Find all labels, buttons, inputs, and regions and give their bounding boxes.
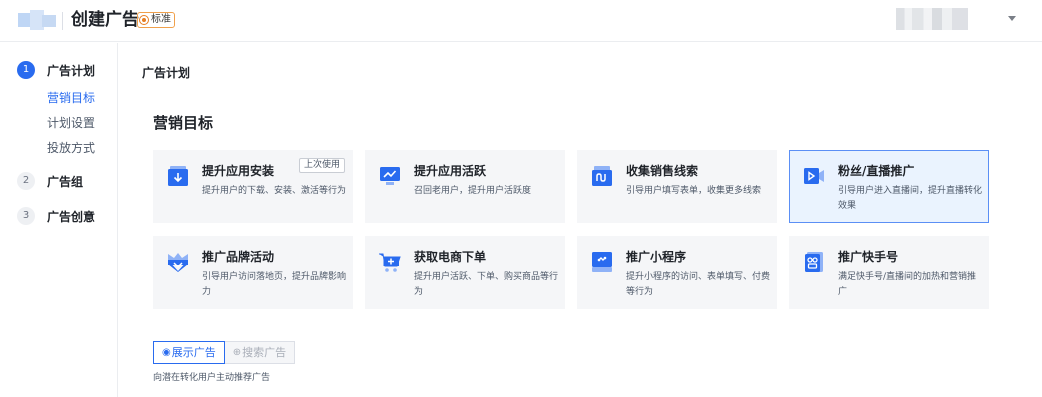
step-ad-group[interactable]: 2 广告组 <box>17 172 83 190</box>
tab-label: 搜索广告 <box>242 346 287 359</box>
card-description: 引导用户进入直播间，提升直播转化效果 <box>838 186 983 211</box>
step-number: 1 <box>17 61 35 79</box>
card-title: 提升应用活跃 <box>414 164 487 178</box>
standard-badge-label: 标准 <box>151 14 171 25</box>
tab-search-ad[interactable]: ⊕ 搜索广告 <box>224 341 296 364</box>
goal-card-mini-program[interactable]: 推广小程序 提升小程序的访问、表单填写、付费等行为 <box>577 236 777 309</box>
substep-marketing-goal[interactable]: 营销目标 <box>47 89 95 106</box>
step-number: 2 <box>17 172 35 190</box>
display-icon: ◉ <box>162 347 171 358</box>
tab-hint: 向潜在转化用户主动推荐广告 <box>153 373 271 383</box>
cart-icon <box>379 251 401 273</box>
sales-lead-icon <box>591 165 613 187</box>
step-label: 广告组 <box>47 174 84 189</box>
logo <box>18 10 56 31</box>
account-info[interactable] <box>896 8 968 30</box>
app-active-icon <box>379 165 401 187</box>
card-description: 提升小程序的访问、表单填写、付费等行为 <box>626 272 771 297</box>
card-title: 推广品牌活动 <box>202 250 275 264</box>
card-title: 推广快手号 <box>838 250 899 264</box>
card-description: 召回老用户，提升用户活跃度 <box>414 186 532 196</box>
step-ad-creative[interactable]: 3 广告创意 <box>17 207 95 225</box>
card-title: 收集销售线索 <box>626 164 699 178</box>
step-number: 3 <box>17 207 35 225</box>
card-description: 提升用户的下载、安装、激活等行为 <box>202 186 347 196</box>
section-title: 广告计划 <box>142 66 191 80</box>
standard-badge: 标准 <box>137 12 175 28</box>
goal-card-app-install[interactable]: 提升应用安装 上次使用 提升用户的下载、安装、激活等行为 <box>153 150 353 223</box>
tab-display-ad[interactable]: ◉ 展示广告 <box>153 341 225 364</box>
card-description: 引导用户填写表单，收集更多线索 <box>626 186 762 196</box>
card-description: 引导用户访问落地页，提升品牌影响力 <box>202 272 347 297</box>
substep-delivery-method[interactable]: 投放方式 <box>47 139 95 156</box>
card-title: 粉丝/直播推广 <box>838 164 915 178</box>
step-label: 广告创意 <box>47 209 96 224</box>
card-title: 提升应用安装 <box>202 164 275 178</box>
goal-card-kuaishou-account[interactable]: 推广快手号 满足快手号/直播间的加热和营销推广 <box>789 236 989 309</box>
top-header: 创建广告 标准 <box>0 0 1042 42</box>
brand-icon <box>167 251 189 273</box>
goal-card-brand[interactable]: 推广品牌活动 引导用户访问落地页，提升品牌影响力 <box>153 236 353 309</box>
goal-card-app-active[interactable]: 提升应用活跃 召回老用户，提升用户活跃度 <box>365 150 565 223</box>
step-sidebar: 1 广告计划 营销目标 计划设置 投放方式 2 广告组 3 广告创意 <box>0 43 118 397</box>
standard-badge-icon <box>139 15 149 25</box>
ad-type-tabs: ◉ 展示广告 ⊕ 搜索广告 <box>153 341 296 364</box>
mini-program-icon <box>591 251 613 273</box>
goal-card-ecommerce[interactable]: 获取电商下单 提升用户活跃、下单、购买商品等行为 <box>365 236 565 309</box>
card-title: 获取电商下单 <box>414 250 487 264</box>
app-install-icon <box>167 165 189 187</box>
card-description: 满足快手号/直播间的加热和营销推广 <box>838 272 977 297</box>
step-ad-plan[interactable]: 1 广告计划 <box>17 61 95 79</box>
substep-plan-settings[interactable]: 计划设置 <box>47 114 95 131</box>
live-stream-icon <box>803 165 825 187</box>
goal-card-live-stream[interactable]: 粉丝/直播推广 引导用户进入直播间，提升直播转化效果 <box>789 150 989 223</box>
step-label: 广告计划 <box>47 63 96 78</box>
tab-label: 展示广告 <box>171 346 216 359</box>
header-divider <box>62 12 63 30</box>
page-title: 创建广告 <box>71 10 139 30</box>
last-used-tag: 上次使用 <box>298 158 345 173</box>
kuaishou-account-icon <box>803 251 825 273</box>
group-title: 营销目标 <box>153 114 214 132</box>
chevron-down-icon[interactable] <box>1008 16 1016 21</box>
search-icon: ⊕ <box>232 347 242 358</box>
card-description: 提升用户活跃、下单、购买商品等行为 <box>414 272 559 297</box>
goal-card-sales-lead[interactable]: 收集销售线索 引导用户填写表单，收集更多线索 <box>577 150 777 223</box>
card-title: 推广小程序 <box>626 250 687 264</box>
